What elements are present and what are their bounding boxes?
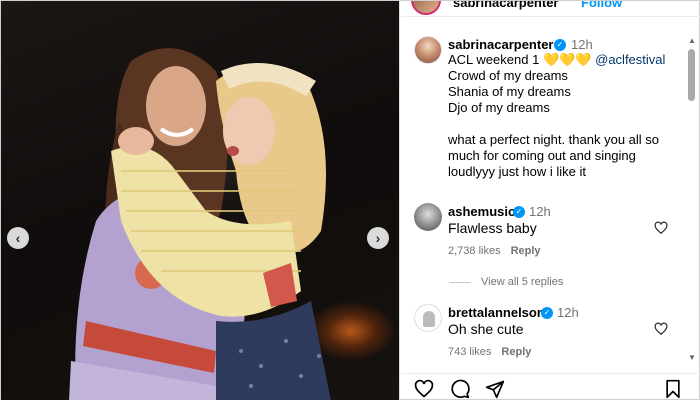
action-bar — [401, 373, 700, 400]
post-window: ‹ › sabrinacarpenter Follow sabrinacarpe… — [0, 0, 700, 400]
chevron-right-icon: › — [375, 230, 381, 246]
share-icon[interactable] — [485, 379, 505, 399]
follow-button[interactable]: Follow — [581, 1, 622, 10]
comment-text: Flawless baby — [448, 220, 537, 236]
view-replies-label: View all 5 replies — [481, 276, 564, 288]
comment-meta: 2,738 likes Reply — [448, 245, 541, 257]
caption-text: ACL weekend 1 💛💛💛 @aclfestival Crowd of … — [448, 52, 678, 180]
caption-line: much for coming out and singing — [448, 148, 636, 163]
next-photo-button[interactable]: › — [367, 227, 389, 249]
post-side-panel: sabrinacarpenter Follow sabrinacarpenter… — [401, 1, 700, 400]
heart-icon[interactable] — [414, 379, 434, 399]
likes-count[interactable]: 743 likes — [448, 346, 491, 358]
heart-icon[interactable] — [654, 221, 668, 235]
caption-line: ACL weekend 1 — [448, 52, 540, 67]
post-photo[interactable]: ‹ › — [1, 1, 400, 400]
comment-username[interactable]: ashemusic — [448, 204, 515, 219]
avatar[interactable] — [414, 304, 442, 332]
verified-badge-icon: ✓ — [554, 39, 566, 51]
reply-button[interactable]: Reply — [511, 245, 541, 257]
scroll-up-arrow-icon[interactable]: ▲ — [688, 37, 696, 45]
view-replies-button[interactable]: View all 5 replies — [449, 276, 563, 288]
caption-line: Crowd of my dreams — [448, 68, 568, 83]
avatar[interactable] — [414, 203, 442, 231]
scrollbar[interactable]: ▲ ▼ — [687, 37, 697, 362]
comment-time[interactable]: 12h — [557, 305, 579, 320]
ghost-avatar-icon — [423, 311, 435, 327]
yellow-heart-icon: 💛💛💛 — [542, 52, 592, 67]
bookmark-icon[interactable] — [663, 379, 683, 399]
previous-photo-button[interactable]: ‹ — [7, 227, 29, 249]
comment-text: Oh she cute — [448, 321, 524, 337]
mention-link[interactable]: @aclfestival — [595, 52, 665, 67]
chevron-left-icon: ‹ — [15, 230, 21, 246]
caption-line: what a perfect night. thank you all so — [448, 132, 660, 147]
divider — [449, 281, 471, 283]
avatar[interactable] — [414, 36, 442, 64]
reply-button[interactable]: Reply — [501, 346, 531, 358]
header-avatar[interactable] — [411, 1, 441, 15]
likes-count[interactable]: 2,738 likes — [448, 245, 501, 257]
comment-time[interactable]: 12h — [529, 204, 551, 219]
heart-icon[interactable] — [654, 322, 668, 336]
verified-badge-icon: ✓ — [513, 206, 525, 218]
comment-username[interactable]: brettalannelson — [448, 305, 545, 320]
comment-icon[interactable] — [450, 379, 470, 399]
header-username[interactable]: sabrinacarpenter — [453, 1, 559, 10]
comments-scroll-area[interactable]: sabrinacarpenter ✓ 12h ACL weekend 1 💛💛💛… — [401, 18, 686, 373]
caption-time[interactable]: 12h — [571, 37, 593, 52]
verified-badge-icon: ✓ — [541, 307, 553, 319]
photo-illustration — [69, 48, 331, 400]
scroll-down-arrow-icon[interactable]: ▼ — [688, 354, 696, 362]
comment-meta: 743 likes Reply — [448, 346, 531, 358]
scrollbar-thumb[interactable] — [688, 49, 695, 101]
caption-line: loudlyyy just how i like it — [448, 164, 586, 179]
caption-username[interactable]: sabrinacarpenter — [448, 37, 554, 52]
caption-line: Shania of my dreams — [448, 84, 571, 99]
caption-line: Djo of my dreams — [448, 100, 550, 115]
post-header: sabrinacarpenter Follow — [401, 1, 700, 17]
